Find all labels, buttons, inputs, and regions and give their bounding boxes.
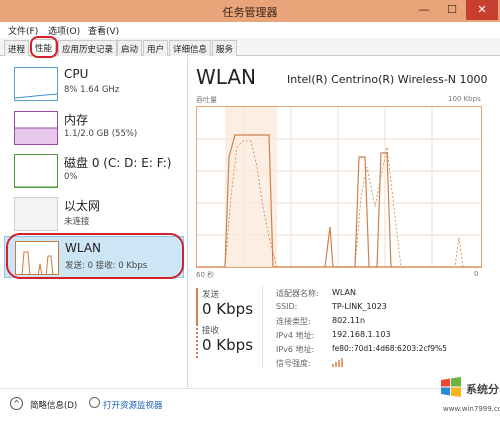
tab-startup[interactable]: 启动 [117,40,143,56]
cpu-thumbnail [14,67,58,101]
sidebar-item-memory[interactable]: 内存 1.1/2.0 GB (55%) [4,107,184,149]
tab-highlight-marker [30,36,58,58]
sidebar-item-sub: 1.1/2.0 GB (55%) [64,129,138,139]
close-button[interactable]: ✕ [466,0,498,20]
prop-signal-key: 信号强度: [276,359,311,368]
ethernet-thumbnail [14,197,58,231]
tab-services[interactable]: 服务 [212,40,238,56]
receive-value: 0 Kbps [202,336,254,354]
sidebar-item-disk[interactable]: 磁盘 0 (C: D: E: F:) 0% [4,150,184,192]
send-value: 0 Kbps [202,300,254,318]
wlan-highlight-marker [6,233,184,279]
disk-thumbnail [14,154,58,188]
sidebar-item-label: 磁盘 0 (C: D: E: F:) [64,156,172,170]
minimize-button[interactable]: — [410,0,438,20]
sidebar-item-cpu[interactable]: CPU 8% 1.64 GHz [4,63,184,105]
throughput-graph [196,106,482,268]
send-indicator [196,288,198,324]
open-resource-monitor-link[interactable]: 打开资源监视器 [103,399,163,411]
tab-details[interactable]: 详细信息 [169,40,212,56]
bottom-bar: ^ 简略信息(D) 打开资源监视器 [0,388,500,424]
sidebar-item-sub: 0% [64,172,78,182]
menu-view[interactable]: 查看(V) [88,24,119,37]
sidebar-item-label: 内存 [64,113,89,127]
prop-ssid-key: SSID: [276,302,298,311]
chevron-up-icon[interactable]: ^ [10,397,23,410]
max-throughput-label: 100 Kbps [448,95,481,103]
sidebar-item-label: CPU [64,67,89,81]
menu-options[interactable]: 选项(O) [48,24,80,37]
receive-indicator [196,324,198,360]
receive-label: 接收 [202,326,220,336]
page-title: WLAN [196,65,257,89]
prop-ipv6-key: IPv6 地址: [276,345,315,354]
prop-connection-type-value: 802.11n [332,316,366,325]
prop-ipv6-value: fe80::70d1:4d68:6203:2cf9%5 [332,344,447,353]
prop-adapter-name-value: WLAN [332,288,357,297]
watermark-text: 系统分 [466,383,499,396]
fewer-details-button[interactable]: 简略信息(D) [30,399,77,411]
send-label: 发送 [202,290,220,300]
signal-strength-icon [332,357,346,370]
windows-logo-icon [441,377,461,397]
sidebar-item-label: 以太网 [64,199,101,213]
prop-adapter-name-key: 适配器名称: [276,289,319,298]
sidebar-item-ethernet[interactable]: 以太网 未连接 [4,193,184,235]
maximize-button[interactable]: ☐ [438,0,466,20]
resource-monitor-icon [89,397,100,408]
sidebar-item-sub: 8% 1.64 GHz [64,85,120,95]
prop-ssid-value: TP-LINK_1023 [332,302,387,311]
prop-ipv4-value: 192.168.1.103 [332,330,391,339]
tab-users[interactable]: 用户 [143,40,169,56]
time-axis-label: 60 秒 [196,271,215,279]
watermark-url: www.win7999.com [443,405,500,413]
tab-app-history[interactable]: 应用历史记录 [58,40,118,56]
stats-divider [262,286,263,368]
time-axis-zero: 0 [474,270,479,278]
memory-thumbnail [14,111,58,145]
menu-file[interactable]: 文件(F) [8,24,38,37]
prop-connection-type-key: 连接类型: [276,317,311,326]
tab-processes[interactable]: 进程 [4,40,30,56]
throughput-label: 吞吐量 [196,96,217,104]
device-name: Intel(R) Centrino(R) Wireless-N 1000 [287,73,488,86]
prop-ipv4-key: IPv4 地址: [276,331,315,340]
menu-bar: 文件(F) 选项(O) 查看(V) [0,22,500,38]
sidebar-item-sub: 未连接 [64,217,90,227]
title-bar: 任务管理器 — ☐ ✕ [0,0,500,22]
tab-bar: 进程 性能 应用历史记录 启动 用户 详细信息 服务 [0,38,500,57]
